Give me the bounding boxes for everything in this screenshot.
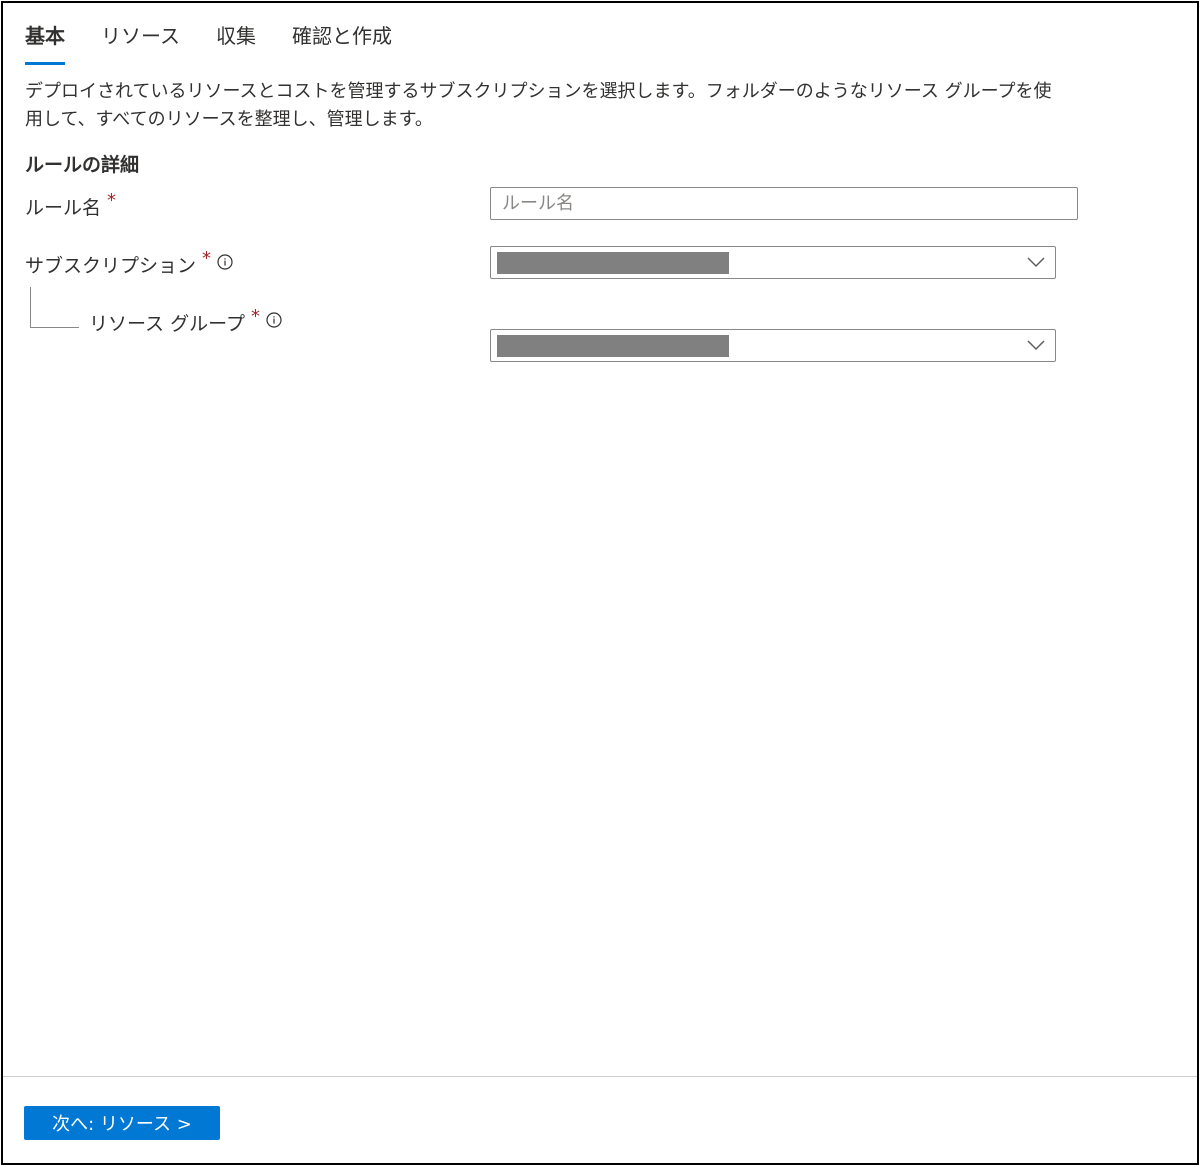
tab-resources[interactable]: リソース — [101, 21, 180, 65]
subscription-label-text: サブスクリプション — [25, 255, 197, 277]
resource-group-label-text: リソース グループ — [89, 313, 245, 335]
required-marker: * — [107, 190, 117, 211]
info-icon[interactable] — [266, 311, 282, 328]
redacted-value — [497, 252, 729, 274]
chevron-down-icon — [1027, 340, 1045, 351]
required-marker: * — [202, 248, 212, 269]
info-icon[interactable] — [217, 253, 233, 270]
tab-bar: 基本 リソース 収集 確認と作成 — [25, 21, 428, 65]
rule-name-label-text: ルール名 — [25, 197, 102, 219]
panel-frame: 基本 リソース 収集 確認と作成 デプロイされているリソースとコストを管理するサ… — [1, 1, 1199, 1165]
subscription-dropdown[interactable] — [490, 246, 1056, 279]
section-title: ルールの詳細 — [25, 154, 140, 176]
tree-connector — [30, 287, 79, 328]
resource-group-dropdown[interactable] — [490, 329, 1056, 362]
page-description: デプロイされているリソースとコストを管理するサブスクリプションを選択します。フォ… — [25, 81, 1052, 130]
required-marker: * — [250, 306, 260, 327]
resource-group-label: リソース グループ * — [89, 306, 282, 336]
rule-name-label: ルール名 * — [25, 190, 117, 220]
chevron-down-icon — [1027, 257, 1045, 268]
redacted-value — [497, 335, 729, 357]
tab-basics[interactable]: 基本 — [25, 21, 65, 65]
rule-name-input[interactable] — [490, 187, 1078, 220]
tab-review-create[interactable]: 確認と作成 — [292, 21, 392, 65]
footer-divider — [3, 1076, 1197, 1077]
next-resources-button[interactable]: 次へ: リソース > — [24, 1106, 220, 1140]
tab-collect[interactable]: 収集 — [216, 21, 256, 65]
subscription-label: サブスクリプション * — [25, 248, 233, 278]
